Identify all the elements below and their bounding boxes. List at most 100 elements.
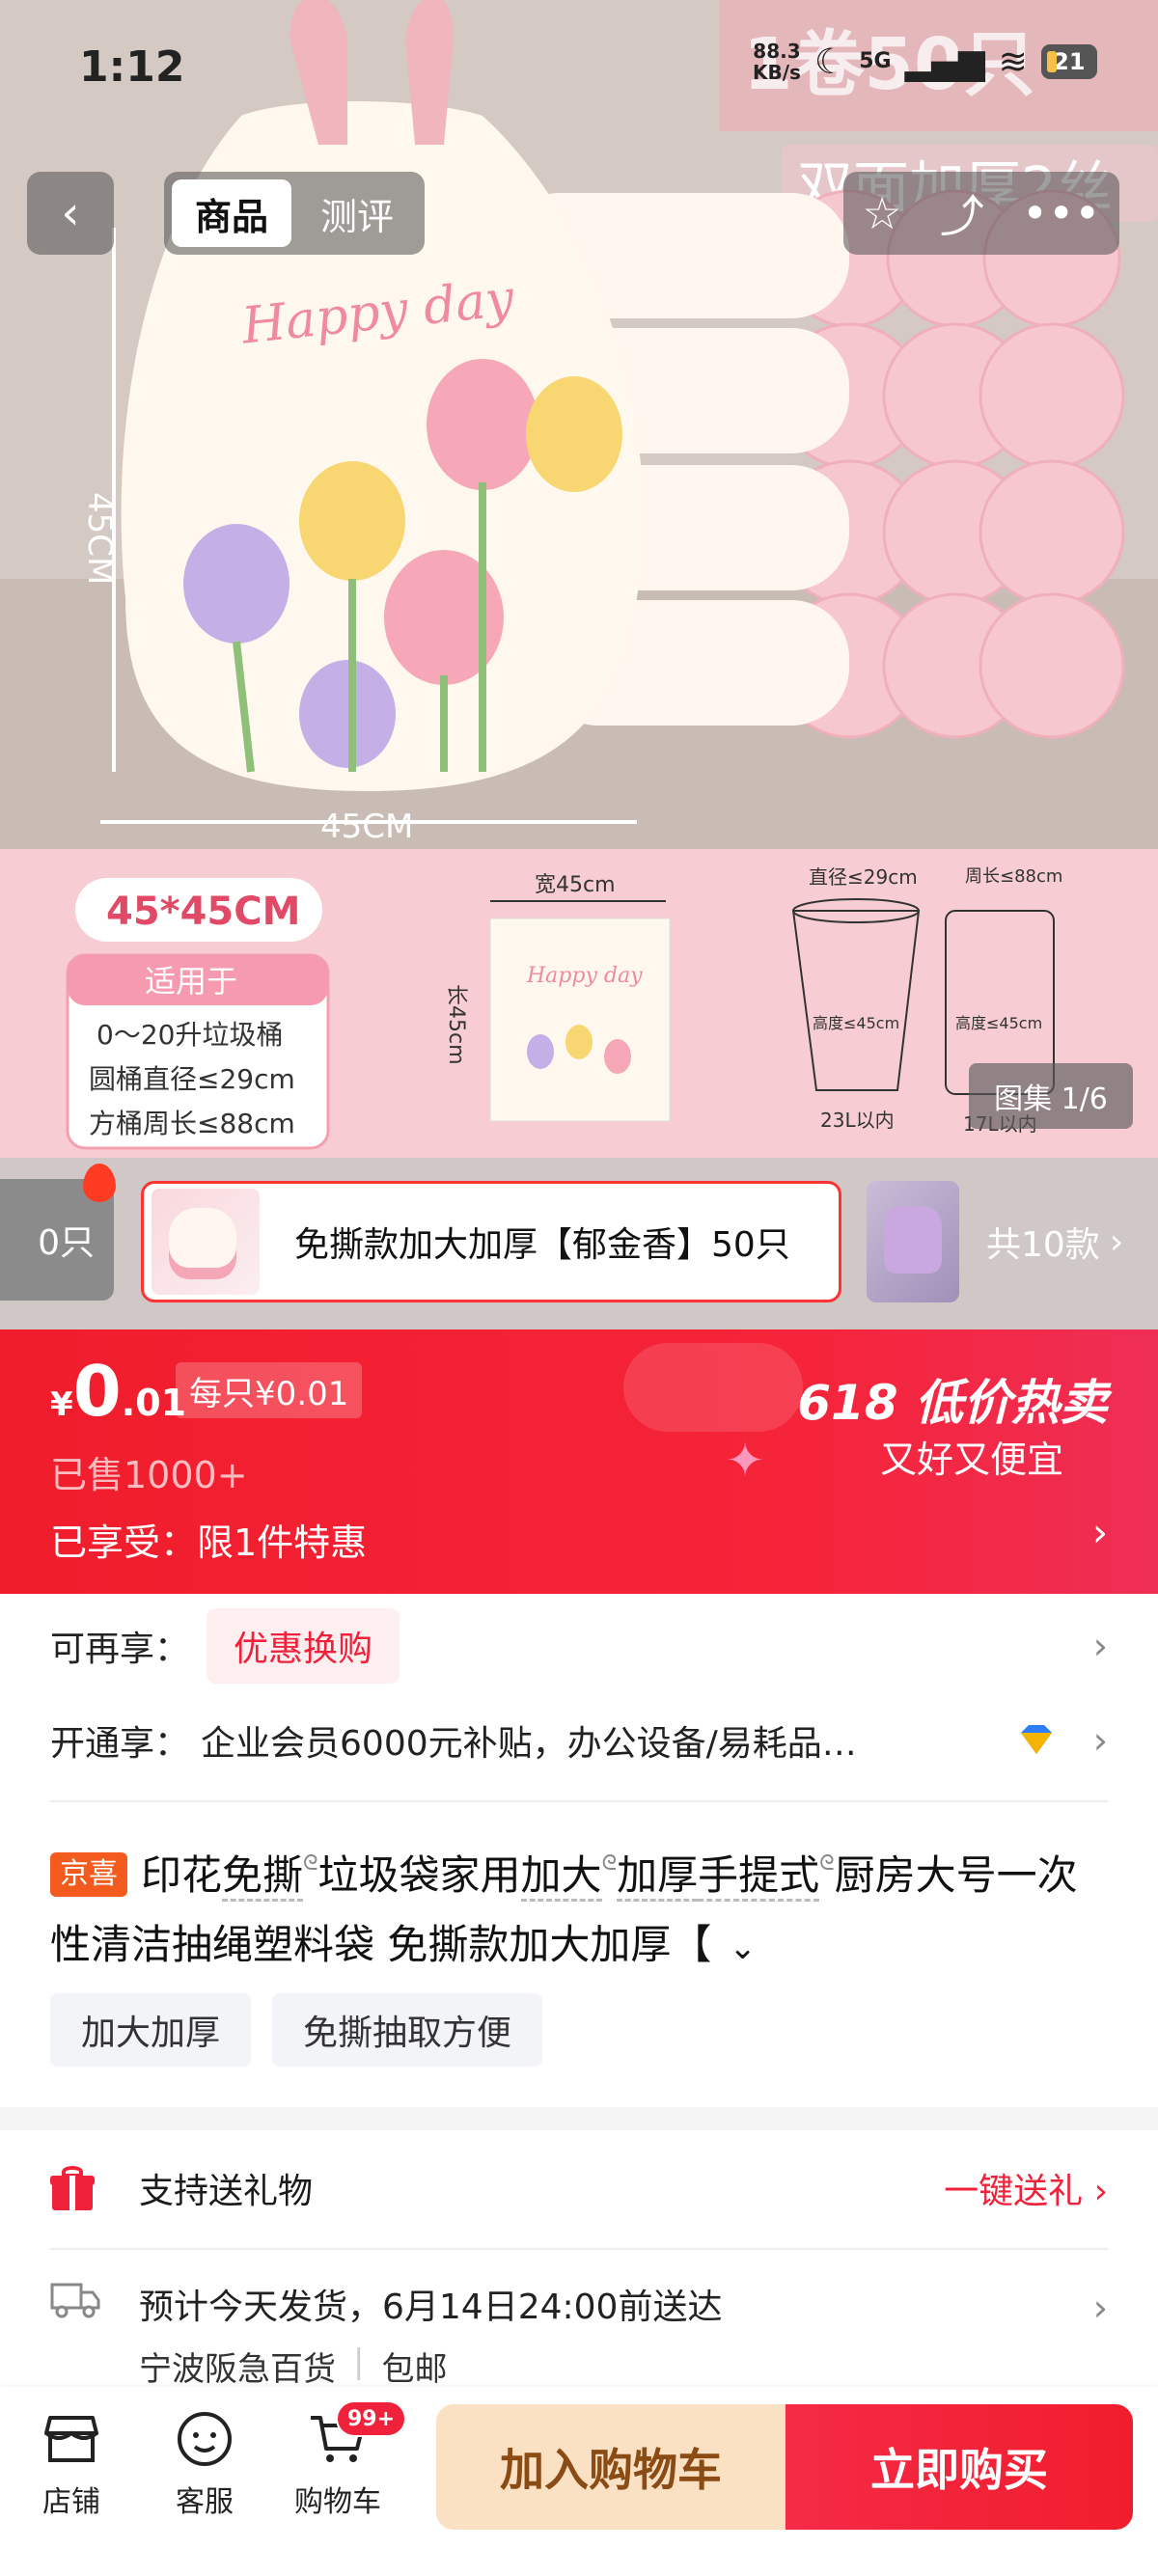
gift-label: 支持送礼物 — [139, 2172, 314, 2211]
applies-line-3: 方桶周长≤88cm — [89, 1108, 295, 1139]
promo-subtitle: 又好又便宜 — [879, 1439, 1063, 1481]
applies-line-2: 圆桶直径≤29cm — [89, 1063, 295, 1095]
net-speed-value: 88.3 — [753, 40, 801, 63]
round-height-label: 高度≤45cm — [813, 1014, 899, 1032]
sku-strip: 0只 免撕款加大加厚【郁金香】50只 共10款 › — [0, 1158, 1158, 1329]
status-bar: 1:12 88.3 KB/s ☾ 5G ▂▄▆ ≋ 21 — [0, 0, 1158, 145]
cart-label: 购物车 — [294, 2485, 381, 2519]
title-keyword[interactable]: 手提式 — [698, 1851, 820, 1902]
service-label: 客服 — [176, 2485, 234, 2519]
sparkle-icon: ✦ — [726, 1434, 765, 1488]
network-type: 5G — [859, 49, 892, 73]
shipping-row[interactable]: 预计今天发货，6月14日24:00前送达 宁波阪急百货 | 包邮 › — [50, 2273, 1108, 2390]
title-keyword[interactable]: 加大 — [520, 1851, 602, 1902]
benefit-row-exchange[interactable]: 可再享： 优惠换购 › — [50, 1607, 1108, 1685]
cart-count-badge: 99+ — [336, 2400, 407, 2437]
send-gift-label: 一键送礼 — [944, 2172, 1084, 2211]
chevron-right-icon: › — [1109, 1221, 1124, 1262]
diamond-icon — [1021, 1725, 1052, 1754]
share-icon[interactable]: ⤴ — [940, 181, 984, 245]
chevron-right-icon: › — [1092, 1625, 1108, 1667]
battery-level: 21 — [1040, 44, 1097, 79]
height-dimension: 45CM — [80, 492, 119, 585]
fire-icon — [83, 1164, 116, 1202]
tab-review[interactable]: 测评 — [297, 179, 417, 247]
product-image-gallery[interactable]: 1卷50只 双面加厚2丝 Happy day — [0, 0, 1158, 1158]
price-banner: ✦ ¥ 0 .01 每只¥0.01 已售1000+ 618 低价热卖 又好又便宜… — [0, 1329, 1158, 1594]
size-label: 45*45CM — [106, 890, 300, 934]
product-title[interactable]: 京喜 印花免撕ᘓ垃圾袋家用加大ᘓ加厚手提式ᘓ厨房大号一次性清洁抽绳塑料袋 免撕款加… — [50, 1829, 1108, 1983]
feature-tags: 加大加厚 免撕抽取方便 — [50, 1993, 543, 2067]
separator: | — [353, 2343, 365, 2381]
chevron-down-icon[interactable]: ⌄ — [729, 1929, 757, 1967]
status-time: 1:12 — [79, 42, 185, 92]
applies-line-1: 0～20升垃圾桶 — [96, 1019, 283, 1051]
bag-width-label: 宽45cm — [535, 873, 616, 897]
chevron-left-icon: ‹ — [61, 186, 80, 240]
chevron-right-icon: › — [1092, 1719, 1108, 1762]
search-icon: ᘓ — [303, 1851, 318, 1876]
price-currency: ¥ — [50, 1385, 73, 1424]
buy-now-button[interactable]: 立即购买 — [786, 2404, 1133, 2530]
bottom-action-bar: 店铺 客服 购物车 99+ 加入购物车 立即购买 — [0, 2387, 1158, 2576]
gift-row[interactable]: 支持送礼物 一键送礼 › — [50, 2148, 1108, 2229]
gallery-counter[interactable]: 图集 1/6 — [969, 1063, 1133, 1129]
net-speed: 88.3 KB/s — [753, 41, 801, 83]
divider — [50, 1800, 1108, 1802]
square-height-label: 高度≤45cm — [955, 1014, 1042, 1032]
send-gift-link[interactable]: 一键送礼 › — [944, 2163, 1108, 2213]
cart-button[interactable]: 购物车 99+ — [280, 2400, 407, 2520]
shipping-estimate: 预计今天发货，6月14日24:00前送达 — [139, 2288, 723, 2327]
benefit-label: 可再享： — [50, 1630, 190, 1669]
membership-text: 企业会员6000元补贴，办公设备/易耗品… — [201, 1724, 857, 1764]
title-keyword[interactable]: 加厚 — [617, 1851, 699, 1902]
nav-tabs: 商品 测评 — [164, 172, 426, 255]
search-icon: ᘓ — [601, 1851, 618, 1876]
sku-thumbnail — [152, 1189, 260, 1295]
bag-print-small: Happy day — [526, 964, 643, 988]
add-to-cart-button[interactable]: 加入购物车 — [436, 2404, 786, 2530]
applies-title: 适用于 — [145, 963, 237, 1000]
promo-title: 618 低价热卖 — [797, 1375, 1108, 1431]
customer-service-icon — [178, 2412, 232, 2466]
exchange-tag[interactable]: 优惠换购 — [207, 1608, 400, 1684]
shipping-store-info: 宁波阪急百货 | 包邮 — [139, 2343, 1108, 2390]
store-button[interactable]: 店铺 — [14, 2408, 129, 2520]
star-icon[interactable]: ☆ — [863, 187, 902, 239]
status-icons: 88.3 KB/s ☾ 5G ▂▄▆ ≋ 21 — [753, 41, 1097, 83]
store-name: 宁波阪急百货 — [139, 2350, 336, 2389]
feature-tag: 免撕抽取方便 — [272, 1993, 543, 2067]
title-keyword[interactable]: 免撕 — [222, 1851, 304, 1902]
signal-icon: ▂▄▆ — [904, 41, 985, 82]
gift-icon — [50, 2166, 95, 2210]
service-button[interactable]: 客服 — [147, 2408, 262, 2520]
section-gap — [0, 2107, 1158, 2130]
wifi-icon: ≋ — [998, 41, 1028, 82]
sku-total-link[interactable]: 共10款 › — [986, 1181, 1123, 1302]
chevron-right-icon[interactable]: › — [1092, 1511, 1108, 1555]
round-volume-label: 23L以内 — [820, 1109, 895, 1132]
title-part: 垃圾袋家用 — [317, 1851, 521, 1899]
postage: 包邮 — [381, 2350, 448, 2389]
sold-count: 已售1000+ — [50, 1454, 248, 1496]
tab-product[interactable]: 商品 — [172, 179, 292, 247]
square-perimeter-label: 周长≤88cm — [965, 866, 1062, 887]
store-icon — [44, 2416, 98, 2462]
chevron-right-icon: › — [1092, 2287, 1108, 2329]
round-diameter-label: 直径≤29cm — [809, 865, 918, 889]
title-part: 印花 — [141, 1851, 223, 1899]
back-button[interactable]: ‹ — [27, 172, 114, 255]
unit-price-badge: 每只¥0.01 — [176, 1362, 363, 1418]
sku-total-label: 共10款 — [986, 1225, 1100, 1265]
sku-selected-item[interactable]: 免撕款加大加厚【郁金香】50只 — [141, 1181, 841, 1302]
sku-next-item[interactable] — [867, 1181, 959, 1302]
enjoyed-discount[interactable]: 已享受：限1件特惠 — [50, 1513, 367, 1566]
width-dimension: 45CM — [320, 808, 413, 846]
nav-actions: ☆ ⤴ ••• — [843, 172, 1119, 255]
truck-icon — [50, 2283, 100, 2318]
store-label: 店铺 — [42, 2485, 100, 2519]
jingxi-badge: 京喜 — [50, 1852, 127, 1897]
benefit-row-membership[interactable]: 开通享： 企业会员6000元补贴，办公设备/易耗品… › — [50, 1702, 1108, 1779]
bag-length-label: 长45cm — [444, 984, 468, 1065]
more-icon[interactable]: ••• — [1022, 187, 1100, 239]
